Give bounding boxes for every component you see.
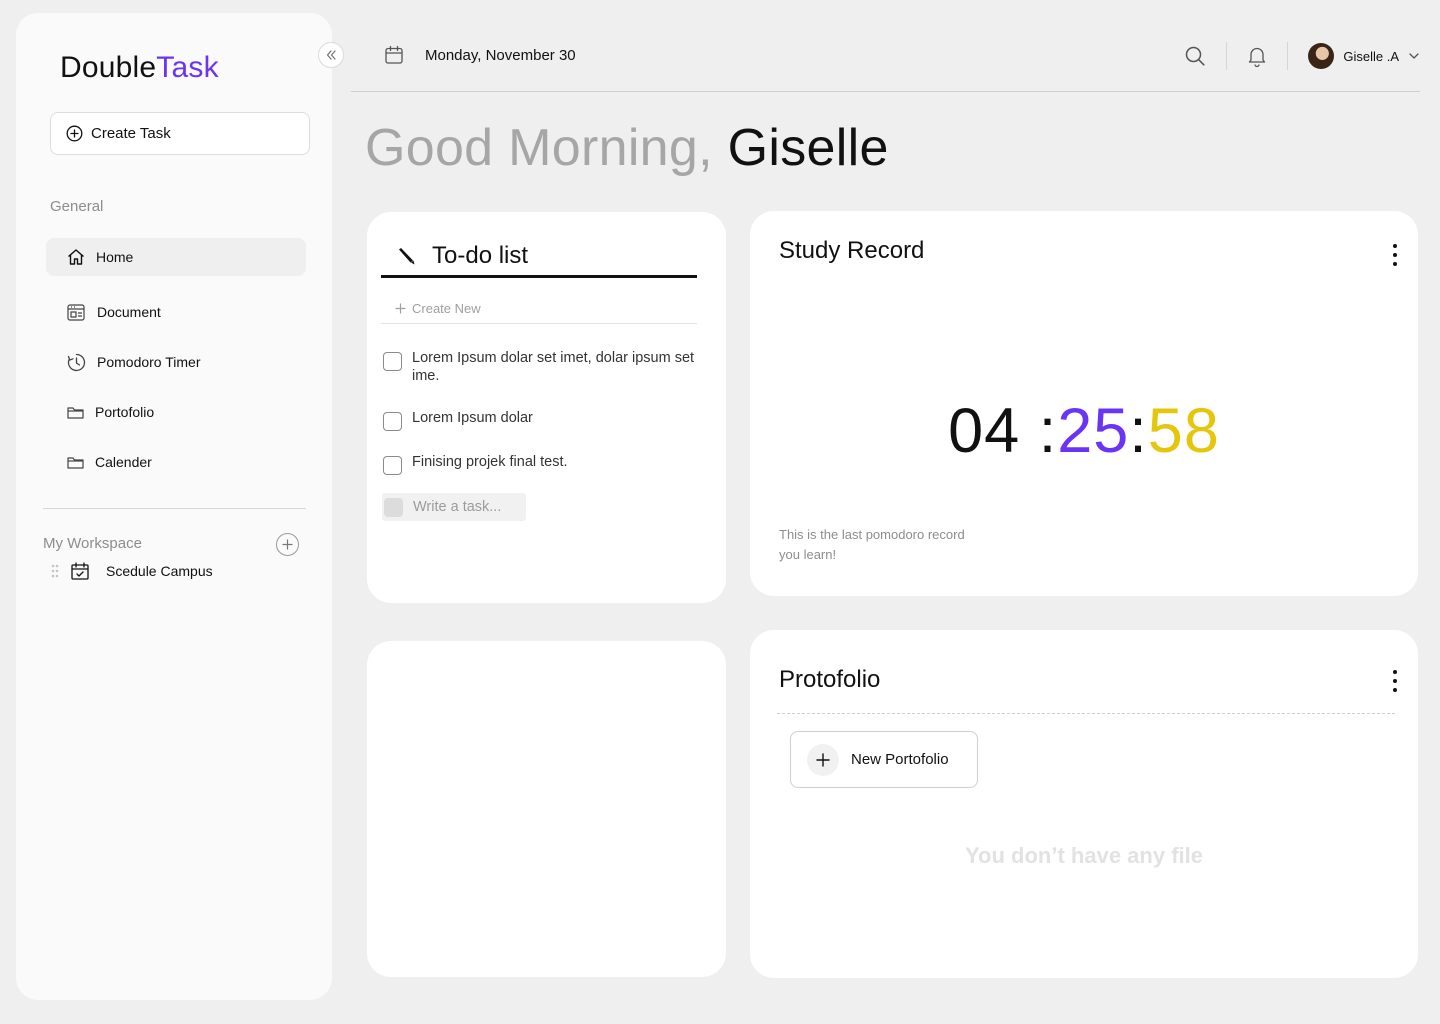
nav-item-document[interactable]: Document [46,293,306,331]
create-new-task-button[interactable]: Create New [381,294,697,324]
calendar-icon[interactable] [383,44,405,66]
study-record-menu-button[interactable] [1389,242,1401,268]
search-icon[interactable] [1184,45,1206,67]
portfolio-divider [777,713,1395,714]
user-name: Giselle .A [1343,48,1399,64]
pomodoro-timer-display: 04 :25:58 [948,396,1220,466]
greeting-name: Giselle [727,119,889,177]
document-icon [67,303,85,321]
nav-item-home[interactable]: Home [46,238,306,276]
double-chevron-left-icon [326,50,336,60]
current-date: Monday, November 30 [425,46,576,64]
chevron-down-icon [1409,53,1419,59]
placeholder-checkbox [384,497,403,517]
new-portfolio-label: New Portofolio [851,751,949,768]
todo-item: Lorem Ipsum dolar set imet, dolar ipsum … [383,349,703,385]
clock-icon [67,353,86,371]
top-bar: Monday, November 30 Giselle .A [351,30,1420,92]
portfolio-menu-button[interactable] [1389,668,1401,694]
date-display: Monday, November 30 [383,44,576,66]
nav-item-calender[interactable]: Calender [46,443,306,481]
todo-item-text: Lorem Ipsum dolar [412,410,533,426]
new-task-placeholder: Write a task... [413,499,502,515]
top-actions: Giselle .A [1184,40,1420,72]
general-section-label: General [50,198,104,215]
plus-icon [807,743,839,776]
collapse-sidebar-button[interactable] [318,42,344,68]
study-record-card: Study Record 04 :25:58 This is the last … [750,211,1418,596]
new-task-input[interactable]: Write a task... [382,493,526,521]
workspace-section-label: My Workspace [43,535,142,552]
nav-item-label: Calender [95,454,152,470]
todo-checkbox[interactable] [383,412,402,431]
todo-card: To-do list Create New Lorem Ipsum dolar … [367,212,726,603]
sidebar: DoubleTask Create Task General Home Docu… [16,13,344,1000]
logo-part-1: Double [60,51,157,84]
greeting-heading: Good Morning, Giselle [365,118,889,178]
create-task-label: Create Task [91,125,171,142]
separator [1287,42,1289,70]
todo-checkbox[interactable] [383,456,402,475]
timer-hours: 04 [948,396,1021,466]
home-icon [68,249,84,265]
pencil-icon [399,247,415,264]
nav-item-pomodoro-timer[interactable]: Pomodoro Timer [46,343,306,381]
todo-checkbox[interactable] [383,352,402,371]
avatar [1308,43,1335,69]
logo-part-2: Task [156,51,219,84]
folder-icon [67,406,84,419]
plus-icon [282,539,293,550]
nav-item-portofolio[interactable]: Portofolio [46,393,306,431]
todo-title: To-do list [432,241,529,269]
nav-item-label: Document [97,304,161,320]
nav-item-label: Portofolio [95,404,155,420]
greeting-prefix: Good Morning, [365,119,713,177]
study-record-note: This is the last pomodoro record you lea… [779,527,965,562]
study-record-title: Study Record [779,237,925,264]
empty-state-message: You don’t have any file [965,843,1203,868]
todo-item: Finising projek final test. [383,453,568,475]
folder-icon [67,456,84,469]
drag-handle-icon[interactable] [50,564,60,578]
plus-icon [395,303,406,314]
todo-item-text: Finising projek final test. [412,454,568,470]
calendar-check-icon [71,562,89,580]
todo-item: Lorem Ipsum dolar [383,409,533,431]
workspace-item-scedule-campus[interactable]: Scedule Campus [50,561,213,581]
workspace-item-label: Scedule Campus [106,563,213,579]
create-new-label: Create New [412,301,481,316]
timer-seconds: 58 [1147,396,1220,466]
todo-header: To-do list [381,236,697,278]
add-workspace-button[interactable] [276,533,299,556]
plus-circle-icon [66,125,83,142]
sidebar-divider [43,508,306,509]
empty-card [367,641,726,977]
nav-item-label: Home [96,249,134,265]
todo-item-text: Lorem Ipsum dolar set imet, dolar ipsum … [412,350,695,384]
nav-item-label: Pomodoro Timer [97,354,201,370]
bell-icon[interactable] [1247,45,1267,67]
timer-minutes: 25 [1057,396,1130,466]
separator [1226,42,1228,70]
user-menu[interactable]: Giselle .A [1308,43,1420,69]
portfolio-title: Protofolio [779,666,881,693]
app-logo[interactable]: DoubleTask [60,51,219,85]
create-task-button[interactable]: Create Task [50,112,310,155]
portfolio-card: Protofolio New Portofolio You don’t have… [750,630,1418,978]
new-portfolio-button[interactable]: New Portofolio [790,731,978,788]
